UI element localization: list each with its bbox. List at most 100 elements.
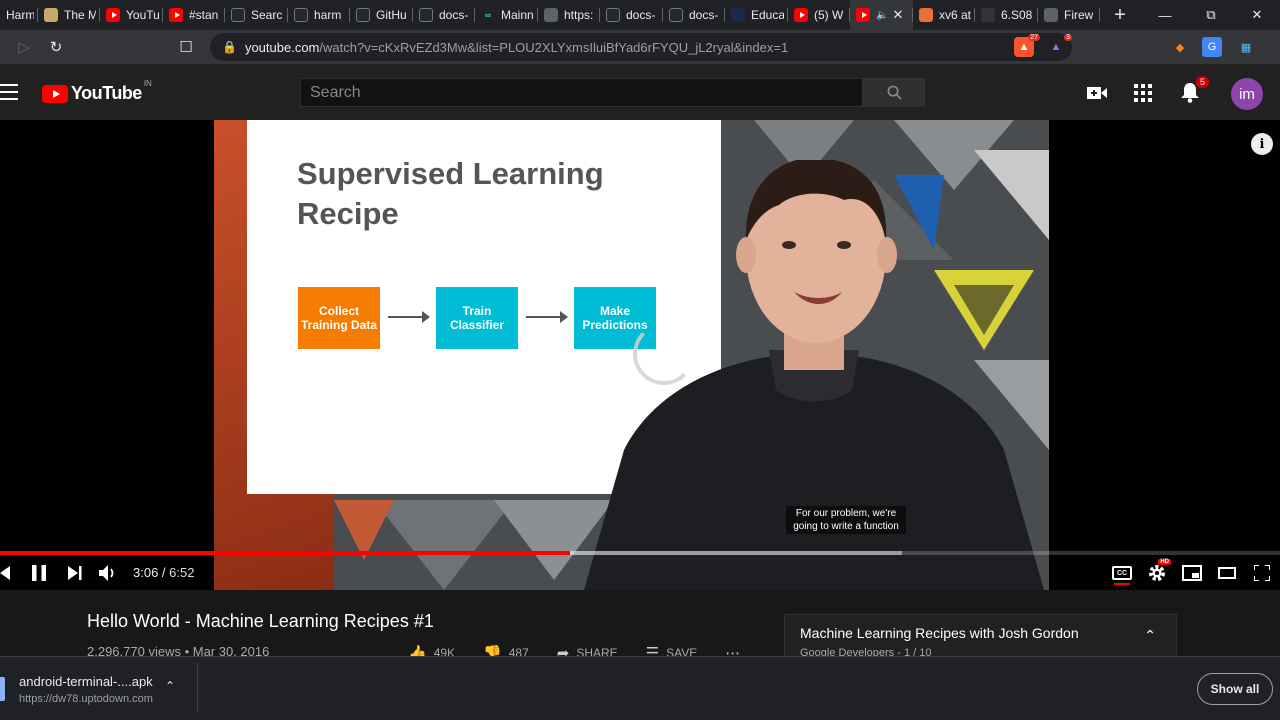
arrow-icon bbox=[526, 311, 568, 323]
notifications-icon[interactable]: 5 bbox=[1179, 76, 1209, 104]
metamask-icon[interactable]: ◆ bbox=[1170, 37, 1190, 57]
tab-14-active[interactable]: 🔈 ✕ bbox=[850, 0, 913, 30]
playlist-title[interactable]: Machine Learning Recipes with Josh Gordo… bbox=[800, 625, 1079, 641]
tab-4[interactable]: Searc bbox=[225, 0, 288, 30]
tab-2[interactable]: YouTu bbox=[100, 0, 163, 30]
minimize-icon[interactable]: — bbox=[1142, 0, 1188, 30]
page-icon bbox=[731, 8, 745, 22]
search-button[interactable] bbox=[863, 78, 925, 107]
github-icon bbox=[669, 8, 683, 22]
subtitles-button[interactable]: CC bbox=[1108, 560, 1136, 586]
menu-icon[interactable] bbox=[0, 84, 18, 100]
next-button[interactable] bbox=[61, 560, 89, 586]
apps-icon[interactable] bbox=[1132, 82, 1154, 104]
tab-10[interactable]: docs- bbox=[600, 0, 663, 30]
youtube-icon bbox=[106, 8, 120, 22]
github-icon bbox=[356, 8, 370, 22]
brave-rewards-icon[interactable]: ▲ 3 bbox=[1046, 34, 1072, 57]
progress-bar[interactable] bbox=[0, 551, 1280, 555]
tab-1[interactable]: The M bbox=[38, 0, 100, 30]
theater-icon bbox=[1218, 567, 1236, 579]
address-bar[interactable]: 🔒 youtube.com/watch?v=cKxRvEZd3Mw&list=P… bbox=[210, 33, 1072, 61]
speaker-icon[interactable]: 🔈 bbox=[876, 10, 888, 21]
tab-7[interactable]: docs- bbox=[413, 0, 475, 30]
step-collect-training-data: Collect Training Data bbox=[298, 287, 380, 349]
chevron-up-icon[interactable]: ⌃ bbox=[165, 679, 175, 693]
pause-icon bbox=[32, 565, 46, 581]
github-icon bbox=[606, 8, 620, 22]
github-icon bbox=[419, 8, 433, 22]
previous-icon[interactable] bbox=[0, 560, 18, 586]
extension-icon[interactable]: ▦ bbox=[1236, 37, 1256, 57]
browser-window: Harm The M YouTu #stan Searc harm GitHu … bbox=[0, 0, 1280, 720]
video-details: Hello World - Machine Learning Recipes #… bbox=[0, 590, 1280, 674]
next-icon bbox=[68, 566, 82, 580]
reload-icon[interactable]: ↻ bbox=[40, 30, 72, 64]
close-window-icon[interactable]: ✕ bbox=[1234, 0, 1280, 30]
tab-8[interactable]: ∞ Mainn bbox=[475, 0, 538, 30]
step-train-classifier: Train Classifier bbox=[436, 287, 518, 349]
hd-badge: HD bbox=[1158, 559, 1171, 565]
settings-button[interactable]: HD bbox=[1143, 559, 1171, 586]
restore-icon[interactable]: ⧉ bbox=[1188, 0, 1234, 30]
tab-15[interactable]: xv6 at bbox=[913, 0, 975, 30]
cc-icon: CC bbox=[1112, 566, 1132, 580]
tab-0[interactable]: Harm bbox=[0, 0, 38, 30]
youtube-icon bbox=[856, 8, 870, 22]
closed-caption: For our problem, we're going to write a … bbox=[786, 506, 906, 534]
divider bbox=[197, 663, 198, 713]
url-text: youtube.com/watch?v=cKxRvEZd3Mw&list=PLO… bbox=[244, 39, 789, 55]
close-tab-icon[interactable]: ✕ bbox=[892, 7, 903, 23]
forward-icon[interactable]: ▷ bbox=[8, 30, 40, 64]
volume-icon bbox=[99, 565, 114, 581]
file-icon bbox=[0, 677, 5, 701]
video-player[interactable]: Supervised Learning Recipe Collect Train… bbox=[0, 120, 1280, 590]
miniplayer-icon bbox=[1182, 565, 1202, 581]
page-icon bbox=[981, 8, 995, 22]
tab-11[interactable]: docs- bbox=[663, 0, 725, 30]
tab-16[interactable]: 6.S08 bbox=[975, 0, 1038, 30]
search-input[interactable]: Search bbox=[300, 78, 863, 107]
lock-icon[interactable]: 🔒 bbox=[222, 40, 237, 54]
video-title: Hello World - Machine Learning Recipes #… bbox=[87, 611, 434, 631]
tab-6[interactable]: GitHu bbox=[350, 0, 413, 30]
globe-icon bbox=[1044, 8, 1058, 22]
bookmark-icon[interactable]: ☐ bbox=[170, 30, 202, 64]
fullscreen-button[interactable] bbox=[1248, 560, 1276, 586]
window-controls: — ⧉ ✕ bbox=[1142, 0, 1280, 30]
played-bar bbox=[0, 551, 570, 555]
youtube-play-icon bbox=[42, 84, 68, 103]
gear-icon bbox=[1149, 565, 1165, 581]
search-icon bbox=[887, 85, 902, 100]
tab-3[interactable]: #stan bbox=[163, 0, 225, 30]
pause-button[interactable] bbox=[25, 560, 53, 586]
info-icon[interactable]: i bbox=[1251, 133, 1273, 155]
show-all-button[interactable]: Show all bbox=[1197, 673, 1273, 705]
page-icon bbox=[44, 8, 58, 22]
new-tab-button[interactable]: + bbox=[1100, 4, 1140, 27]
volume-button[interactable] bbox=[94, 560, 122, 586]
youtube-logo[interactable]: YouTube IN bbox=[42, 79, 152, 104]
video-frame[interactable]: Supervised Learning Recipe Collect Train… bbox=[214, 120, 1049, 590]
youtube-icon bbox=[794, 8, 808, 22]
miniplayer-button[interactable] bbox=[1178, 560, 1206, 586]
brave-shield-icon[interactable]: ▲ 27 bbox=[1014, 34, 1040, 57]
time-display: 3:06 / 6:52 bbox=[133, 565, 195, 580]
chevron-up-icon[interactable]: ⌃ bbox=[1144, 627, 1156, 644]
create-video-icon[interactable] bbox=[1086, 82, 1108, 104]
arrow-icon bbox=[388, 311, 430, 323]
avatar[interactable]: im bbox=[1231, 78, 1263, 110]
download-filename[interactable]: android-terminal-....apk bbox=[19, 674, 153, 689]
theater-mode-button[interactable] bbox=[1213, 560, 1241, 586]
translate-icon[interactable]: G bbox=[1202, 37, 1222, 57]
tab-13[interactable]: (5) W bbox=[788, 0, 850, 30]
tab-5[interactable]: harm bbox=[288, 0, 350, 30]
github-icon bbox=[231, 8, 245, 22]
globe-icon bbox=[544, 8, 558, 22]
tab-17[interactable]: Firew bbox=[1038, 0, 1100, 30]
page-icon: ∞ bbox=[484, 10, 492, 20]
tab-12[interactable]: Educa bbox=[725, 0, 788, 30]
tab-9[interactable]: https: bbox=[538, 0, 600, 30]
brave-icon bbox=[919, 8, 933, 22]
tab-strip: Harm The M YouTu #stan Searc harm GitHu … bbox=[0, 0, 1280, 30]
